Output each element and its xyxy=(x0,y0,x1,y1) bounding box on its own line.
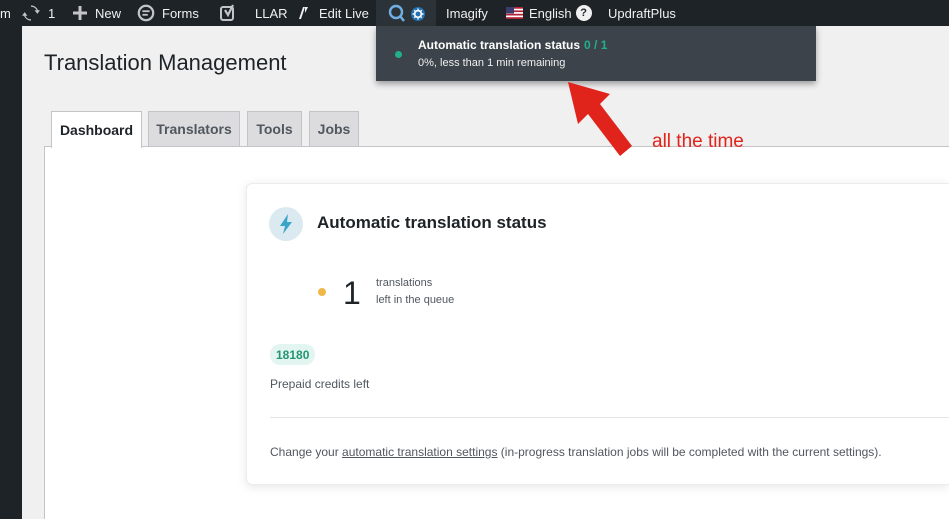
queue-status-dot xyxy=(318,288,326,296)
automatic-translation-settings-link[interactable]: automatic translation settings xyxy=(342,445,497,459)
seo-item[interactable] xyxy=(220,0,236,26)
admin-bar: m 1 New Forms LLAR Edit Live Imagify Eng… xyxy=(0,0,949,26)
edit-live-icon xyxy=(297,5,313,21)
forms-label: Forms xyxy=(162,5,199,21)
tab-tools[interactable]: Tools xyxy=(247,111,302,146)
refresh-icon xyxy=(22,4,40,22)
admin-sidebar-edge xyxy=(0,26,22,519)
credits-badge: 18180 xyxy=(270,344,316,365)
dropdown-progress-count: 0 / 1 xyxy=(584,38,608,52)
tab-jobs[interactable]: Jobs xyxy=(309,111,359,146)
us-flag-icon xyxy=(506,7,523,19)
settings-note-prefix: Change your xyxy=(270,445,343,459)
yoast-icon xyxy=(220,4,236,22)
annotation-arrow-icon xyxy=(568,82,632,156)
page-title: Translation Management xyxy=(44,50,287,75)
wpml-gear-icon xyxy=(388,3,426,23)
new-label: New xyxy=(95,5,122,21)
language-label: English xyxy=(529,5,572,21)
queue-label-line1: translations xyxy=(376,277,433,289)
card-title: Automatic translation status xyxy=(317,213,547,232)
plus-icon xyxy=(72,5,88,21)
llar-item[interactable]: LLAR xyxy=(255,0,288,26)
queue-count: 1 xyxy=(343,275,361,311)
card-divider xyxy=(270,417,949,418)
edit-live-label: Edit Live xyxy=(319,5,369,21)
settings-note-suffix: (in-progress translation jobs will be co… xyxy=(497,445,882,459)
forms-icon xyxy=(137,4,155,22)
status-dot xyxy=(395,51,402,58)
settings-note: Change your automatic translation settin… xyxy=(270,445,882,459)
llar-label: LLAR xyxy=(255,5,288,21)
language-item[interactable]: English ? xyxy=(506,0,592,26)
dropdown-subtitle: 0%, less than 1 min remaining xyxy=(418,57,566,69)
new-content-item[interactable]: New xyxy=(72,0,121,26)
help-icon[interactable]: ? xyxy=(575,5,592,21)
edit-live-item[interactable]: Edit Live xyxy=(297,0,369,26)
wpml-item[interactable] xyxy=(376,0,436,26)
updraft-label: UpdraftPlus xyxy=(608,5,676,21)
dropdown-title: Automatic translation status xyxy=(418,38,581,52)
annotation-text: all the time xyxy=(652,131,744,152)
credits-label: Prepaid credits left xyxy=(270,377,370,391)
updates-count: 1 xyxy=(48,5,56,21)
queue-label-line2: left in the queue xyxy=(376,294,455,306)
imagify-item[interactable]: Imagify xyxy=(446,0,488,26)
translation-status-dropdown[interactable]: Automatic translation status 0 / 1 0%, le… xyxy=(376,26,816,81)
updraftplus-item[interactable]: UpdraftPlus xyxy=(608,0,676,26)
imagify-label: Imagify xyxy=(446,5,488,21)
tab-translators[interactable]: Translators xyxy=(148,111,240,146)
tab-dashboard[interactable]: Dashboard xyxy=(51,111,142,148)
lightning-bolt-icon xyxy=(269,207,303,241)
updates-item[interactable]: 1 xyxy=(22,0,55,26)
site-name-item[interactable]: m xyxy=(0,0,11,26)
site-name-letter: m xyxy=(0,5,11,21)
dropdown-title-row: Automatic translation status 0 / 1 xyxy=(418,38,607,52)
forms-item[interactable]: Forms xyxy=(137,0,199,26)
